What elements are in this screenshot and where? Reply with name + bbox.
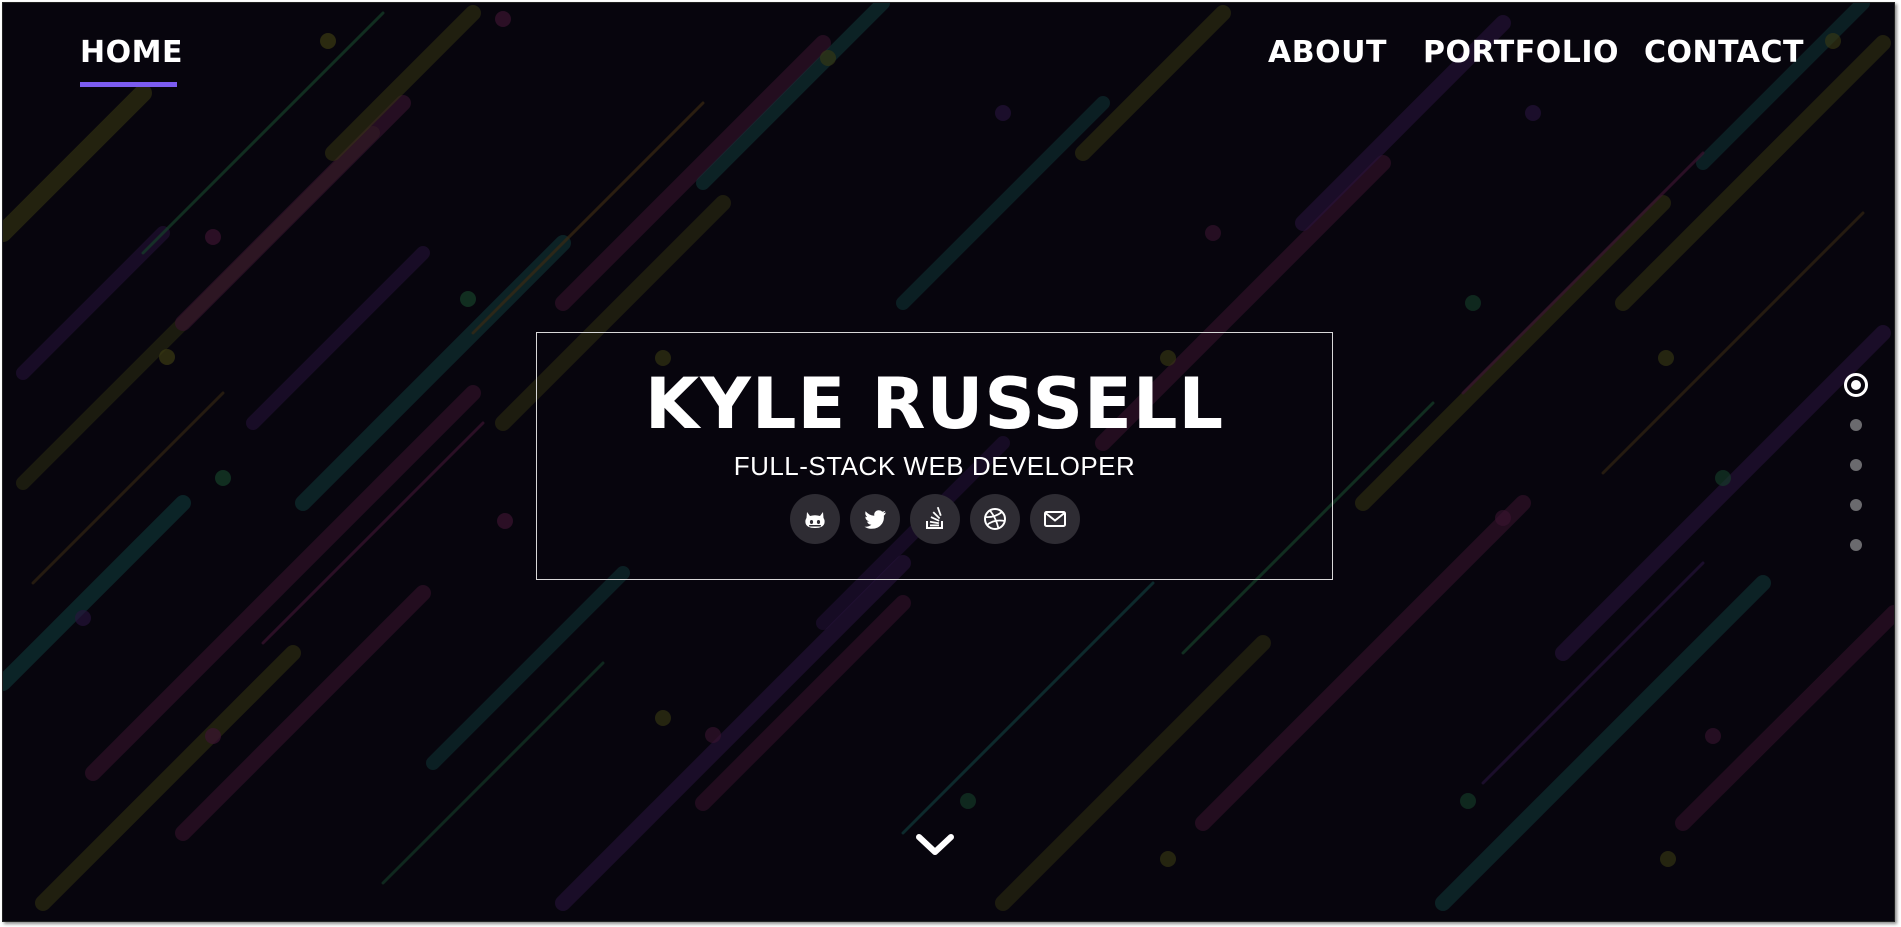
section-dot-2[interactable] [1850, 419, 1862, 431]
nav-contact-link[interactable]: CONTACT [1644, 35, 1804, 70]
hero-card: KYLE RUSSELL FULL-STACK WEB DEVELOPER [536, 332, 1333, 580]
main-nav: HOME ABOUT PORTFOLIO CONTACT [3, 3, 1894, 103]
section-dot-4[interactable] [1850, 499, 1862, 511]
nav-home-link[interactable]: HOME [80, 35, 183, 70]
twitter-link[interactable] [849, 494, 900, 544]
section-dot-3[interactable] [1850, 459, 1862, 471]
nav-active-underline [80, 82, 177, 87]
github-link[interactable] [789, 494, 840, 544]
social-links [537, 494, 1332, 544]
section-dot-1[interactable] [1844, 373, 1868, 397]
chevron-down-icon [916, 834, 954, 855]
hero-section: HOME ABOUT PORTFOLIO CONTACT KYLE RUSSEL… [2, 2, 1895, 922]
nav-portfolio-link[interactable]: PORTFOLIO [1423, 35, 1619, 70]
email-link[interactable] [1029, 494, 1080, 544]
nav-about-link[interactable]: ABOUT [1268, 35, 1387, 70]
section-dot-5[interactable] [1850, 539, 1862, 551]
stackoverflow-link[interactable] [909, 494, 960, 544]
scroll-down-button[interactable] [913, 829, 957, 861]
dribbble-link[interactable] [969, 494, 1020, 544]
github-icon [804, 512, 825, 528]
dribbble-icon [983, 508, 1006, 530]
hero-name: KYLE RUSSELL [644, 363, 1225, 445]
twitter-icon [864, 510, 886, 529]
email-icon [1043, 511, 1066, 527]
hero-subtitle: FULL-STACK WEB DEVELOPER [733, 451, 1136, 481]
stackoverflow-icon [925, 506, 943, 529]
